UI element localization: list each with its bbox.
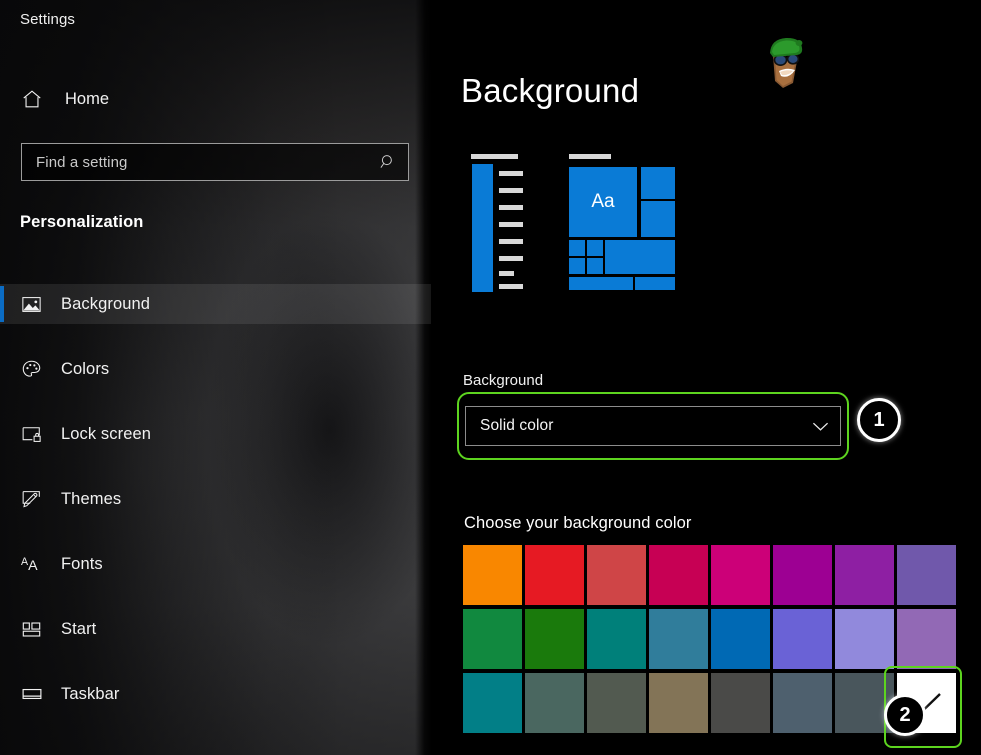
color-swatch-dark-teal[interactable] <box>463 673 522 733</box>
search-icon[interactable] <box>368 153 408 171</box>
preview-large-tile: Aa <box>569 167 637 237</box>
color-swatch-indigo[interactable] <box>773 609 832 669</box>
start-menu-preview: Aa <box>463 150 713 292</box>
color-swatch-crimson[interactable] <box>649 545 708 605</box>
sidebar-item-start[interactable]: Start <box>0 609 431 649</box>
color-swatch-olive-gray[interactable] <box>587 673 646 733</box>
color-swatch-magenta[interactable] <box>711 545 770 605</box>
preview-left-panel <box>463 150 523 292</box>
preview-nav-line <box>499 256 523 261</box>
palette-icon <box>21 359 49 380</box>
annotation-marker-2: 2 <box>884 694 926 736</box>
window-title: Settings <box>20 11 75 28</box>
preview-tile <box>569 277 633 290</box>
sidebar-item-background-label: Background <box>61 295 150 314</box>
color-swatch-slate-green[interactable] <box>525 673 584 733</box>
svg-text:A: A <box>28 557 38 573</box>
preview-tile <box>587 240 603 256</box>
start-tiles-icon <box>21 620 49 639</box>
sidebar-category-title: Personalization <box>20 213 143 232</box>
chevron-down-icon[interactable] <box>800 421 840 432</box>
sidebar-item-fonts-label: Fonts <box>61 555 103 574</box>
preview-tiles-top-bar <box>569 154 611 159</box>
sidebar-item-home-label: Home <box>65 90 109 109</box>
color-swatch-light-indigo[interactable] <box>835 609 894 669</box>
preview-tile <box>587 258 603 274</box>
sidebar-item-home[interactable]: Home <box>14 80 414 118</box>
color-swatch-dark-green[interactable] <box>525 609 584 669</box>
preview-nav-square <box>472 183 493 203</box>
preview-nav-square <box>472 202 493 222</box>
background-type-value: Solid color <box>466 417 800 435</box>
home-icon <box>21 88 55 110</box>
preview-tile <box>569 240 585 256</box>
sidebar-item-colors[interactable]: Colors <box>0 349 431 389</box>
preview-tile <box>569 258 585 274</box>
preview-nav-line <box>499 222 523 227</box>
sidebar-item-start-label: Start <box>61 620 96 639</box>
main-content: Background <box>431 0 981 755</box>
search-placeholder: Find a setting <box>22 154 368 171</box>
preview-nav-square <box>472 272 493 292</box>
sidebar-item-taskbar-label: Taskbar <box>61 685 119 704</box>
preview-tile <box>641 201 675 237</box>
preview-tile <box>641 167 675 199</box>
color-swatch-blue-gray[interactable] <box>773 673 832 733</box>
sidebar-item-lock-screen[interactable]: Lock screen <box>0 414 431 454</box>
preview-nav-line <box>499 271 514 276</box>
settings-window: Settings Home Find a setting <box>0 0 981 755</box>
color-swatch-purple[interactable] <box>835 545 894 605</box>
background-section-label: Background <box>463 372 543 389</box>
lock-screen-icon <box>21 425 49 444</box>
color-swatch-blue[interactable] <box>711 609 770 669</box>
color-swatch-dark-gray[interactable] <box>711 673 770 733</box>
color-swatch-steel-blue[interactable] <box>649 609 708 669</box>
preview-tile-text: Aa <box>591 191 614 213</box>
preview-top-bar <box>471 154 518 159</box>
fonts-icon: A A <box>21 554 49 574</box>
preview-nav-line <box>499 205 523 210</box>
choose-color-label: Choose your background color <box>464 514 692 533</box>
search-input[interactable]: Find a setting <box>21 143 409 181</box>
preview-nav-square <box>472 164 493 184</box>
color-swatch-green[interactable] <box>463 609 522 669</box>
background-type-dropdown[interactable]: Solid color <box>465 406 841 446</box>
preview-nav-line <box>499 284 523 289</box>
color-swatch-red[interactable] <box>525 545 584 605</box>
background-color-grid <box>463 545 956 733</box>
sidebar-item-fonts[interactable]: A A Fonts <box>0 544 431 584</box>
preview-tiles-panel: Aa <box>567 150 685 292</box>
sidebar-item-themes-label: Themes <box>61 490 121 509</box>
color-swatch-orchid[interactable] <box>897 609 956 669</box>
color-swatch-light-purple[interactable] <box>897 545 956 605</box>
picture-icon <box>21 295 49 314</box>
preview-tile <box>605 240 675 274</box>
preview-nav-line <box>499 188 523 193</box>
sidebar-item-colors-label: Colors <box>61 360 109 379</box>
page-title: Background <box>461 72 639 110</box>
sidebar-nav-list: Background Colors <box>0 284 431 739</box>
color-swatch-orange[interactable] <box>463 545 522 605</box>
annotation-marker-1: 1 <box>857 398 901 442</box>
preview-nav-line <box>499 171 523 176</box>
color-swatch-soft-red[interactable] <box>587 545 646 605</box>
color-swatch-khaki[interactable] <box>649 673 708 733</box>
color-swatch-teal[interactable] <box>587 609 646 669</box>
sidebar-item-taskbar[interactable]: Taskbar <box>0 674 431 714</box>
brush-icon <box>21 489 49 509</box>
sidebar-item-background[interactable]: Background <box>0 284 431 324</box>
sidebar-item-themes[interactable]: Themes <box>0 479 431 519</box>
sidebar-item-lock-screen-label: Lock screen <box>61 425 151 444</box>
appuals-mascot-icon <box>753 31 815 95</box>
color-swatch-purple-magenta[interactable] <box>773 545 832 605</box>
taskbar-icon <box>21 686 49 702</box>
preview-tile <box>635 277 675 290</box>
sidebar: Settings Home Find a setting <box>0 0 431 755</box>
preview-nav-line <box>499 239 523 244</box>
